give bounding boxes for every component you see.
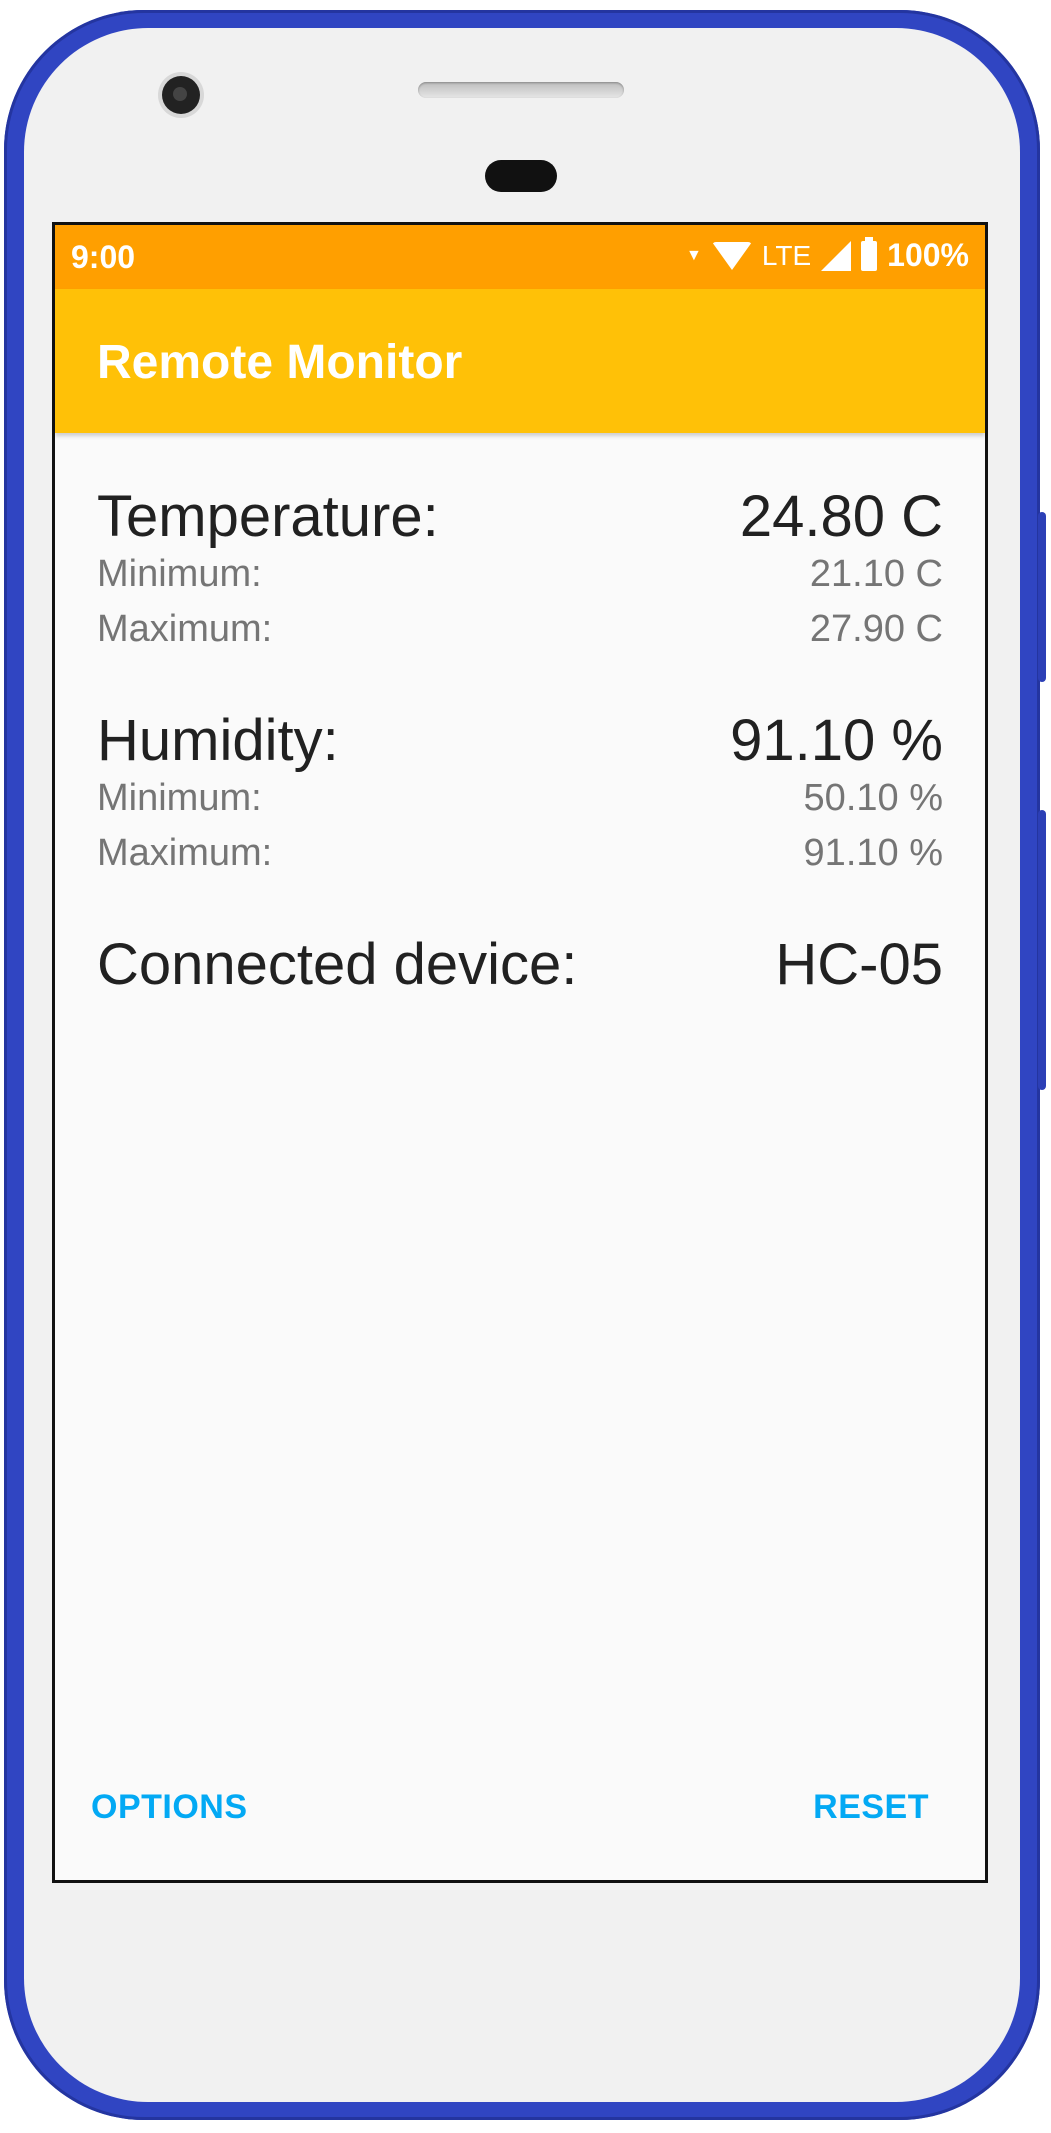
wifi-icon xyxy=(711,241,752,270)
network-type: LTE xyxy=(761,239,812,271)
earpiece-speaker xyxy=(418,82,624,98)
temperature-max-label: Maximum: xyxy=(97,608,273,650)
device-label: Connected device: xyxy=(97,932,578,997)
temperature-max-value: 27.90 C xyxy=(809,608,943,650)
humidity-min-value: 50.10 % xyxy=(803,777,943,819)
humidity-label: Humidity: xyxy=(97,708,339,773)
front-camera xyxy=(162,76,200,114)
status-bar: 9:00 ▼ LTE 100% xyxy=(55,225,985,289)
humidity-min-row: Minimum: 50.10 % xyxy=(97,777,943,832)
temperature-min-value: 21.10 C xyxy=(809,553,943,595)
volume-button xyxy=(1038,512,1046,682)
signal-icon xyxy=(821,240,852,271)
humidity-min-label: Minimum: xyxy=(97,777,262,819)
device-section: Connected device: HC-05 xyxy=(97,931,943,1001)
humidity-value: 91.10 % xyxy=(730,708,943,773)
temperature-value: 24.80 C xyxy=(739,484,943,549)
data-arrow-icon: ▼ xyxy=(686,246,702,264)
device-value: HC-05 xyxy=(775,932,943,997)
temperature-label: Temperature: xyxy=(97,484,439,549)
temperature-row: Temperature: 24.80 C xyxy=(97,483,943,553)
app-title: Remote Monitor xyxy=(97,336,463,389)
device-row: Connected device: HC-05 xyxy=(97,931,943,1001)
app-bar: Remote Monitor xyxy=(55,289,985,433)
app-screen: 9:00 ▼ LTE 100% Remote Monitor Temperatu… xyxy=(52,222,988,1883)
readings-panel: Temperature: 24.80 C Minimum: 21.10 C Ma… xyxy=(55,433,985,1001)
humidity-row: Humidity: 91.10 % xyxy=(97,707,943,777)
battery-icon xyxy=(861,236,878,271)
temperature-max-row: Maximum: 27.90 C xyxy=(97,608,943,663)
humidity-max-value: 91.10 % xyxy=(803,832,943,874)
humidity-max-label: Maximum: xyxy=(97,832,273,874)
humidity-section: Humidity: 91.10 % Minimum: 50.10 % Maxim… xyxy=(97,707,943,887)
temperature-min-row: Minimum: 21.10 C xyxy=(97,553,943,608)
bottom-button-bar: OPTIONS RESET xyxy=(55,1780,985,1840)
temperature-min-label: Minimum: xyxy=(97,553,262,595)
reset-button[interactable]: RESET xyxy=(803,1780,939,1835)
status-time: 9:00 xyxy=(71,239,136,275)
power-button xyxy=(1038,810,1046,1090)
proximity-sensor xyxy=(485,160,557,192)
options-button[interactable]: OPTIONS xyxy=(81,1780,258,1835)
status-icons: ▼ LTE 100% xyxy=(686,236,969,274)
humidity-max-row: Maximum: 91.10 % xyxy=(97,832,943,887)
battery-percent: 100% xyxy=(887,237,969,273)
temperature-section: Temperature: 24.80 C Minimum: 21.10 C Ma… xyxy=(97,483,943,663)
